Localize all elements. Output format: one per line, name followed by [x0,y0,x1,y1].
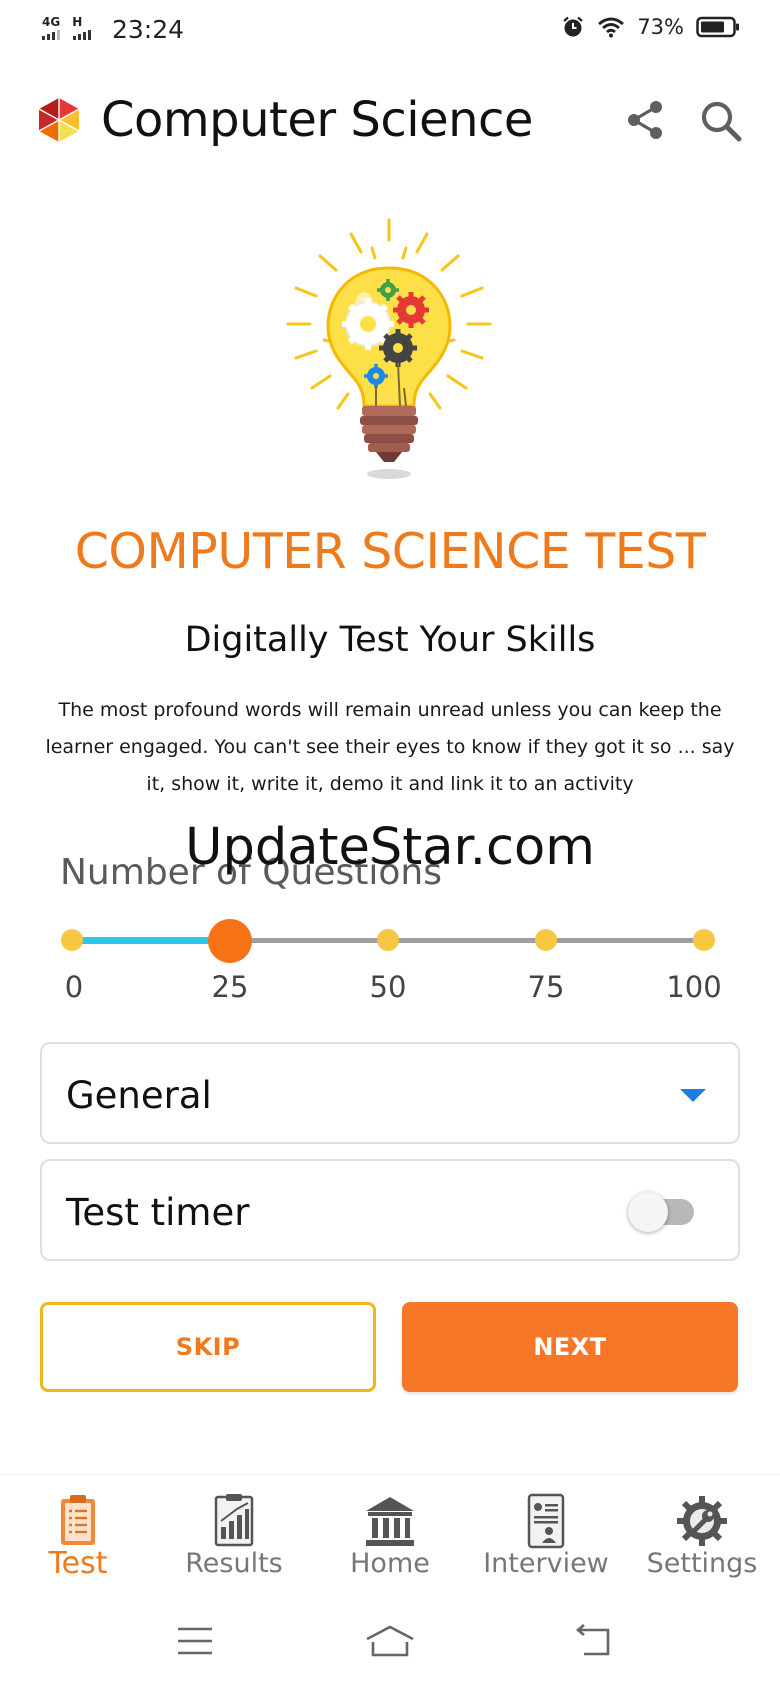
app-title: Computer Science [101,92,533,148]
gear-wrench-icon [677,1496,727,1546]
building-columns-icon [366,1497,414,1546]
bar-chart-report-icon [214,1494,254,1547]
slider-stop-dot[interactable] [377,929,399,951]
test-timer-label: Test timer [66,1191,250,1234]
bottom-nav: Test Results Home Interview Settings [0,1474,780,1606]
slider-tick-label: 100 [666,970,722,1004]
search-icon[interactable] [700,100,742,142]
category-dropdown[interactable]: General [40,1042,740,1144]
test-timer-toggle[interactable] [628,1192,694,1232]
network-type-h: H [72,15,83,29]
next-button[interactable]: NEXT [402,1302,738,1392]
nav-item-results[interactable]: Results [156,1475,312,1607]
toggle-knob [628,1192,668,1232]
network-type-4g: 4G [42,15,61,29]
slider-tick-label: 50 [369,970,407,1004]
signal-bars-icon [73,30,91,40]
slider-stop-dot[interactable] [693,929,715,951]
slider-tick-label: 0 [64,970,84,1004]
back-icon[interactable] [572,1624,612,1658]
status-right: 73% [561,15,740,39]
nav-item-interview[interactable]: Interview [468,1475,624,1607]
clock: 23:24 [112,15,185,44]
slider-tick-label: 75 [527,970,565,1004]
nav-item-settings[interactable]: Settings [624,1475,780,1607]
nav-label-test: Test [48,1546,108,1581]
slider-stop-dot[interactable] [535,929,557,951]
test-description: The most profound words will remain unre… [45,699,735,795]
signal-bars-icon [42,30,60,40]
slider-thumb[interactable] [208,919,252,963]
battery-icon [696,16,739,38]
test-timer-row: Test timer [40,1159,740,1261]
test-title: COMPUTER SCIENCE TEST [74,523,706,580]
watermark: UpdateStar.com [185,818,595,877]
battery-percentage: 73% [637,15,684,39]
menu-icon[interactable] [176,1624,214,1658]
nav-label-results: Results [185,1548,283,1579]
slider-track-fill [72,937,230,944]
interview-document-icon [527,1493,565,1549]
home-icon[interactable] [364,1624,416,1658]
clipboard-checklist-icon [61,1495,95,1545]
app-bar: Computer Science [0,80,780,168]
system-navigation-bar [0,1606,780,1690]
share-icon[interactable] [626,100,664,140]
slider-tick-label: 25 [211,970,249,1004]
app-logo-icon [38,98,80,142]
nav-item-home[interactable]: Home [312,1475,468,1607]
slider-stop-dot[interactable] [61,929,83,951]
network-indicator: 4G H [42,16,94,28]
test-subtitle: Digitally Test Your Skills [184,620,596,660]
nav-label-interview: Interview [483,1548,609,1579]
nav-label-home: Home [350,1548,430,1579]
status-bar: 4G H 23:24 73% [0,0,780,64]
category-selected: General [66,1074,212,1117]
nav-label-settings: Settings [646,1548,758,1579]
lightbulb-gears-icon [286,218,492,479]
nav-item-test[interactable]: Test [0,1475,156,1607]
alarm-icon [563,16,584,37]
dropdown-caret-icon [680,1089,706,1102]
questions-slider[interactable]: 0 25 50 75 100 [60,910,722,1010]
skip-button[interactable]: SKIP [40,1302,376,1392]
wifi-icon [598,17,625,38]
